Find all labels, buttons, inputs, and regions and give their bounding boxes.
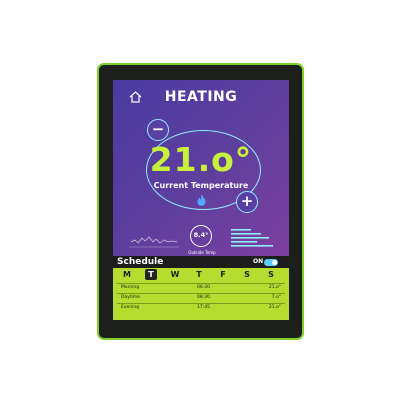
period-name: Daytime	[121, 295, 141, 300]
day-thursday[interactable]: T	[193, 269, 205, 280]
current-temperature-value: 21.o°	[149, 140, 253, 179]
period-temperature: 21.o°	[268, 285, 281, 290]
day-wednesday[interactable]: W	[169, 269, 181, 280]
period-name: Morning	[121, 285, 140, 290]
current-temperature-label: Current Temperature	[153, 181, 249, 190]
schedule-toggle-label: ON	[253, 258, 264, 265]
temperature-history-chart-icon	[129, 236, 179, 248]
thermostat-screen: HEATING − + 21.o° Current Temperature 8.…	[113, 80, 289, 320]
schedule-row-morning[interactable]: Morning 06:30 21.o°	[117, 283, 285, 292]
increase-temperature-button[interactable]: +	[236, 191, 258, 213]
day-tuesday[interactable]: T	[145, 269, 157, 280]
period-time: 06:30	[197, 285, 210, 290]
day-saturday[interactable]: S	[241, 269, 253, 280]
outside-temperature-badge: 8.4°	[190, 225, 216, 251]
level-bars-icon	[231, 229, 273, 247]
day-friday[interactable]: F	[217, 269, 229, 280]
period-temperature: 7.o°	[271, 295, 281, 300]
page-title: HEATING	[164, 89, 238, 105]
weekday-selector: M T W T F S S	[121, 269, 281, 281]
schedule-title: Schedule	[117, 257, 164, 267]
day-sunday[interactable]: S	[265, 269, 277, 280]
period-time: 17:45	[197, 305, 210, 310]
period-temperature: 21.o°	[268, 305, 281, 310]
schedule-toggle[interactable]	[264, 259, 278, 266]
period-time: 08:30	[197, 295, 210, 300]
schedule-panel: M T W T F S S Morning 06:30 21.o° Daytim…	[113, 268, 289, 320]
period-name: Evening	[121, 305, 140, 310]
toggle-knob	[272, 260, 277, 265]
schedule-row-daytime[interactable]: Daytime 08:30 7.o°	[117, 293, 285, 302]
heating-display: HEATING − + 21.o° Current Temperature 8.…	[113, 80, 289, 256]
outside-temperature-value: 8.4°	[190, 225, 212, 247]
day-monday[interactable]: M	[121, 269, 133, 280]
schedule-row-evening[interactable]: Evening 17:45 21.o°	[117, 303, 285, 312]
schedule-header: Schedule ON	[113, 256, 289, 268]
decrease-temperature-button[interactable]: −	[147, 119, 169, 141]
flame-icon	[197, 194, 206, 206]
outside-temperature-label: Outside Temp	[188, 250, 216, 255]
